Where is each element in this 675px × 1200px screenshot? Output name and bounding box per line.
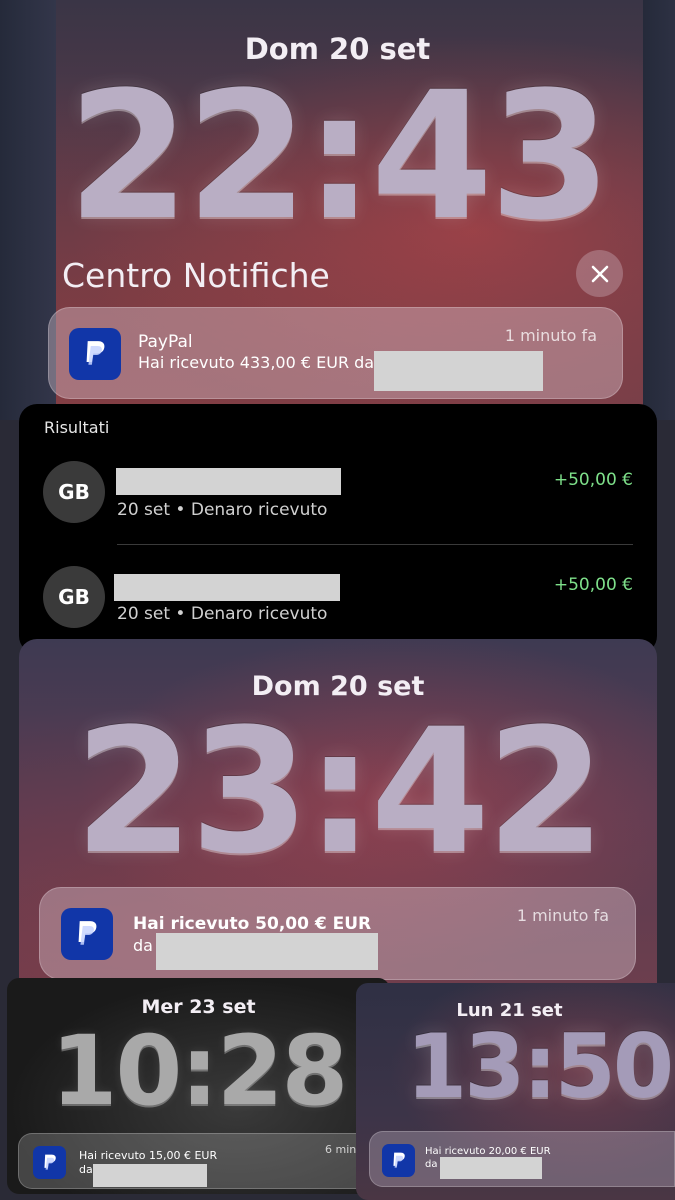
results-label: Risultati bbox=[44, 418, 110, 437]
lock-screen-3: Mer 23 set 10:28 Hai ricevuto 15,00 € EU… bbox=[7, 978, 390, 1194]
lock-clock: 23:42 bbox=[74, 691, 606, 892]
lock-screen-4: Lun 21 set 13:50 Hai ricevuto 20,00 € EU… bbox=[356, 983, 675, 1200]
results-panel: Risultati GB 20 set • Denaro ricevuto +5… bbox=[19, 404, 657, 654]
paypal-notification[interactable]: PayPal Hai ricevuto 433,00 € EUR da 1 mi… bbox=[48, 307, 623, 399]
lock-clock: 13:50 bbox=[406, 1015, 674, 1118]
notification-time: 1 minuto fa bbox=[504, 326, 597, 345]
notification-app-name: PayPal bbox=[138, 332, 193, 352]
lock-screen-2: Dom 20 set 23:42 Hai ricevuto 50,00 € EU… bbox=[19, 639, 657, 994]
transaction-amount: +50,00 € bbox=[553, 470, 633, 490]
paypal-notification[interactable]: Hai ricevuto 15,00 € EUR da 6 minu bbox=[18, 1133, 390, 1189]
notification-center-title: Centro Notifiche bbox=[62, 256, 330, 295]
transaction-row[interactable]: GB 20 set • Denaro ricevuto +50,00 € bbox=[19, 545, 657, 649]
notification-time: 1 minuto fa bbox=[516, 906, 609, 925]
redacted-name bbox=[156, 933, 378, 970]
notification-text: Hai ricevuto 20,00 € EUR bbox=[425, 1146, 551, 1157]
notification-text: Hai ricevuto 433,00 € EUR da bbox=[138, 353, 375, 372]
paypal-notification[interactable]: Hai ricevuto 20,00 € EUR da bbox=[369, 1131, 675, 1187]
transaction-row[interactable]: GB 20 set • Denaro ricevuto +50,00 € bbox=[19, 440, 657, 544]
redacted-name bbox=[93, 1164, 207, 1187]
transaction-subtitle: 20 set • Denaro ricevuto bbox=[117, 500, 328, 520]
notification-text-line2: da bbox=[425, 1159, 438, 1170]
avatar: GB bbox=[43, 566, 105, 628]
redacted-name bbox=[116, 468, 341, 495]
paypal-icon bbox=[382, 1144, 415, 1177]
redacted-name bbox=[440, 1157, 542, 1179]
redacted-name bbox=[374, 351, 543, 391]
lock-clock: 22:43 bbox=[67, 54, 611, 259]
transaction-subtitle: 20 set • Denaro ricevuto bbox=[117, 604, 328, 624]
avatar: GB bbox=[43, 461, 105, 523]
notification-text-line2: da bbox=[79, 1163, 93, 1176]
close-button[interactable] bbox=[576, 250, 623, 297]
paypal-notification[interactable]: Hai ricevuto 50,00 € EUR da 1 minuto fa bbox=[39, 887, 636, 980]
paypal-icon bbox=[61, 908, 113, 960]
lock-screen-1: Dom 20 set 22:43 Centro Notifiche PayPal… bbox=[0, 0, 675, 420]
paypal-icon bbox=[33, 1146, 66, 1179]
notification-text: Hai ricevuto 15,00 € EUR bbox=[79, 1149, 218, 1162]
close-icon bbox=[591, 265, 608, 282]
lock-clock: 10:28 bbox=[50, 1015, 349, 1127]
transaction-amount: +50,00 € bbox=[553, 575, 633, 595]
notification-text: Hai ricevuto 50,00 € EUR bbox=[133, 914, 372, 934]
paypal-icon bbox=[69, 328, 121, 380]
redacted-name bbox=[114, 574, 340, 601]
notification-text-line2: da bbox=[133, 936, 153, 955]
